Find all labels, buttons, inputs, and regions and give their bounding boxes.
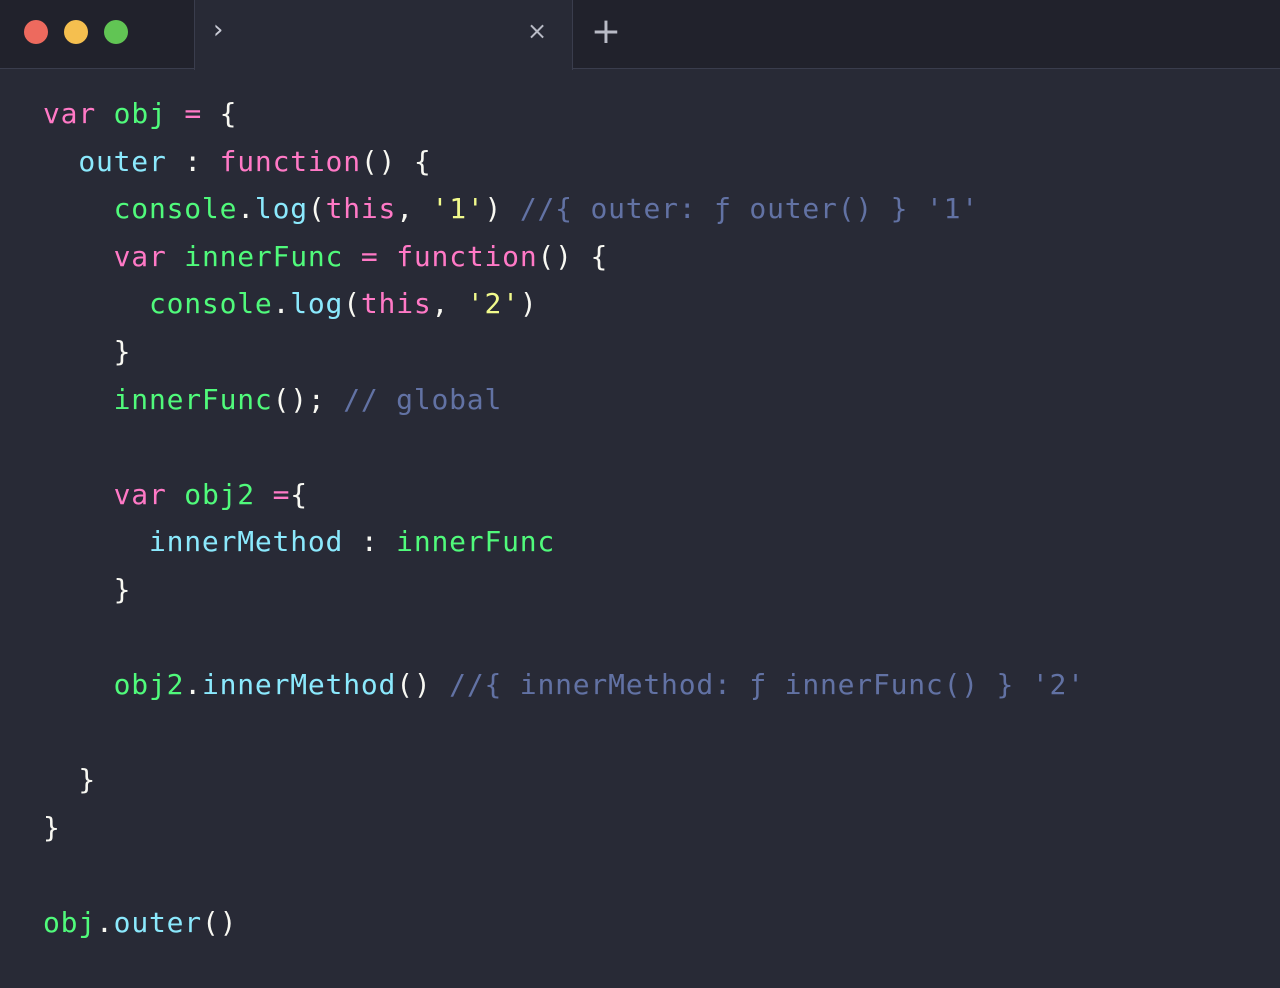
minimize-window-button[interactable] bbox=[64, 20, 88, 44]
active-tab[interactable]: › × bbox=[194, 0, 573, 70]
code-line: innerMethod : innerFunc bbox=[43, 518, 1085, 566]
code-token-pun bbox=[43, 525, 149, 558]
code-line: var innerFunc = function() { bbox=[43, 233, 1085, 281]
code-token-str: '2' bbox=[466, 287, 520, 321]
code-token-fn: function bbox=[396, 239, 538, 273]
code-token-pun bbox=[43, 240, 114, 273]
code-token-pun: } bbox=[43, 334, 132, 368]
code-token-pun: () bbox=[201, 906, 238, 940]
code-token-pun: : bbox=[166, 144, 220, 178]
code-token-kw: var bbox=[113, 239, 167, 273]
code-token-pun bbox=[167, 97, 185, 130]
code-token-pun: { bbox=[201, 97, 238, 130]
code-editor[interactable]: var obj = { outer : function() { console… bbox=[43, 90, 1085, 947]
code-token-pun: () { bbox=[537, 239, 609, 273]
code-token-this: this bbox=[360, 287, 432, 321]
code-token-pun bbox=[43, 478, 114, 511]
code-token-pun: } bbox=[43, 810, 61, 844]
code-line: } bbox=[43, 756, 1085, 804]
code-token-cmt: //{ innerMethod: ƒ innerFunc() } '2' bbox=[449, 668, 1085, 702]
code-token-pun bbox=[43, 145, 78, 178]
code-line: console.log(this, '2') bbox=[43, 280, 1085, 328]
code-token-pun: . bbox=[95, 906, 114, 940]
code-token-kw: = bbox=[360, 239, 379, 273]
code-token-pun: ) bbox=[484, 192, 520, 226]
code-token-pun bbox=[43, 192, 114, 225]
code-line: var obj = { bbox=[43, 90, 1085, 138]
code-line: console.log(this, '1') //{ outer: ƒ oute… bbox=[43, 185, 1085, 233]
code-line: innerFunc(); // global bbox=[43, 376, 1085, 424]
code-token-pun: { bbox=[290, 477, 308, 511]
code-token-cmt: // global bbox=[343, 382, 503, 416]
code-token-def: innerFunc bbox=[184, 239, 344, 273]
code-line: } bbox=[43, 804, 1085, 852]
code-token-kw: var bbox=[43, 97, 96, 130]
code-token-pun: () bbox=[396, 668, 450, 702]
code-token-pun bbox=[167, 478, 185, 511]
code-token-pun: () { bbox=[360, 144, 432, 178]
code-token-def: innerFunc bbox=[113, 382, 273, 416]
title-bar: › × + bbox=[0, 0, 1280, 70]
code-token-prop: log bbox=[290, 287, 344, 321]
code-token-this: this bbox=[325, 192, 397, 226]
code-token-cmt: //{ outer: ƒ outer() } '1' bbox=[519, 192, 979, 226]
code-token-def: obj bbox=[43, 906, 96, 940]
code-token-def: console bbox=[148, 287, 273, 321]
code-token-pun bbox=[43, 668, 114, 701]
code-token-pun bbox=[167, 240, 185, 273]
code-token-pun: } bbox=[43, 572, 132, 606]
chevron-right-icon: › bbox=[213, 15, 224, 45]
code-token-def: obj bbox=[113, 97, 167, 130]
code-token-prop: outer bbox=[78, 144, 167, 178]
code-token-pun: } bbox=[43, 763, 96, 797]
code-token-kw: = bbox=[184, 97, 202, 130]
code-token-prop: innerMethod bbox=[148, 525, 344, 559]
code-token-prop: log bbox=[254, 192, 308, 226]
code-token-pun bbox=[255, 478, 273, 511]
code-token-kw: var bbox=[113, 477, 167, 511]
code-token-ident: innerFunc bbox=[396, 525, 556, 559]
code-line: } bbox=[43, 328, 1085, 376]
code-token-pun: (); bbox=[272, 382, 344, 416]
code-token-def: obj2 bbox=[184, 477, 255, 511]
code-token-kw: = bbox=[272, 477, 291, 511]
code-token-pun bbox=[43, 383, 114, 416]
add-tab-icon[interactable]: + bbox=[588, 12, 624, 52]
code-token-prop: innerMethod bbox=[201, 668, 397, 702]
code-token-fn: function bbox=[219, 144, 361, 178]
code-line: } bbox=[43, 566, 1085, 614]
close-tab-icon[interactable]: × bbox=[526, 16, 548, 46]
maximize-window-button[interactable] bbox=[104, 20, 128, 44]
code-line: var obj2 ={ bbox=[43, 471, 1085, 519]
code-token-pun: . bbox=[184, 668, 202, 702]
code-token-pun: ( bbox=[307, 192, 326, 226]
code-token-pun bbox=[43, 287, 149, 320]
code-token-def: console bbox=[113, 192, 238, 226]
code-token-pun bbox=[96, 97, 114, 130]
code-token-str: '1' bbox=[431, 192, 485, 226]
editor-window: › × + var obj = { outer : function() { c… bbox=[0, 0, 1280, 988]
code-line: obj2.innerMethod() //{ innerMethod: ƒ in… bbox=[43, 661, 1085, 709]
code-token-pun: , bbox=[431, 287, 467, 321]
code-token-pun: ( bbox=[343, 287, 361, 321]
code-line: outer : function() { bbox=[43, 138, 1085, 186]
code-token-pun bbox=[379, 240, 397, 273]
code-token-pun: ) bbox=[519, 287, 538, 321]
code-token-prop: outer bbox=[113, 906, 202, 940]
code-token-pun: . bbox=[237, 192, 255, 226]
code-token-def: obj2 bbox=[113, 668, 185, 702]
code-line: obj.outer() bbox=[43, 899, 1085, 947]
close-window-button[interactable] bbox=[24, 20, 48, 44]
code-token-pun: , bbox=[396, 192, 432, 226]
code-token-pun: : bbox=[343, 525, 397, 559]
code-token-pun: . bbox=[272, 287, 291, 321]
code-token-pun bbox=[343, 240, 361, 273]
